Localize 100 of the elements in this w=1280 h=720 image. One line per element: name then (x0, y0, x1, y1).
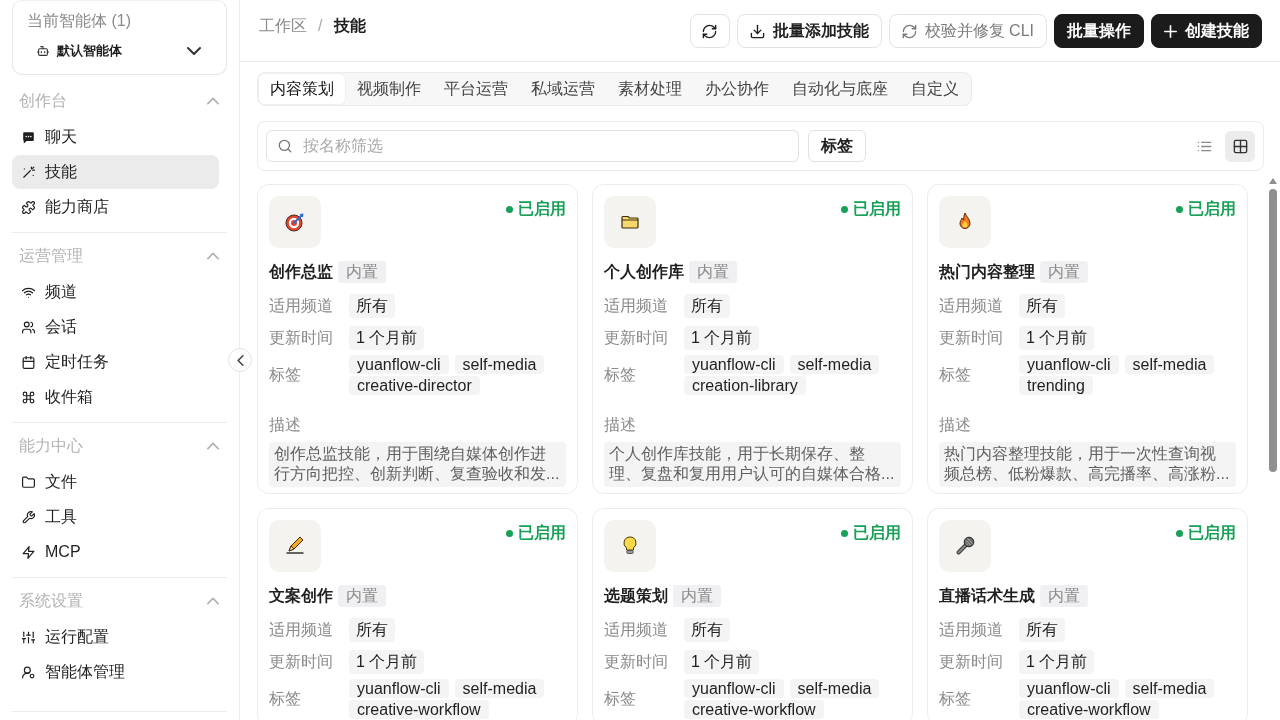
wrench-icon (22, 510, 35, 524)
nav-item[interactable]: 频道 (12, 275, 219, 309)
field-label: 更新时间 (269, 328, 334, 348)
description-text: 创作总监技能，用于围绕自媒体创作进行方向把控、创新判断、复查验收和发... (269, 442, 566, 487)
lightning-icon (22, 545, 35, 559)
agent-label: 当前智能体 (1) (27, 11, 132, 31)
create-skill-button[interactable]: 创建技能 (1151, 14, 1262, 48)
tag-filter-button[interactable]: 标签 (808, 130, 866, 162)
nav-item[interactable]: 会话 (12, 310, 219, 344)
field-label: 描述 (269, 415, 302, 435)
nav-item[interactable]: 收件箱 (12, 380, 219, 414)
field-label: 更新时间 (939, 328, 1004, 348)
skill-name: 文案创作 (269, 585, 333, 606)
tag-chip: trending (1019, 376, 1093, 395)
agent-select[interactable]: 默认智能体 (27, 38, 212, 64)
tag-chip: creative-workflow (684, 700, 824, 719)
tag-chip: yuanflow-cli (1019, 355, 1119, 374)
builtin-badge: 内置 (338, 585, 386, 607)
tag-chip: creative-director (349, 376, 480, 395)
chat-bubble-icon (22, 130, 35, 144)
channel-value: 所有 (1019, 294, 1065, 318)
builtin-badge: 内置 (689, 261, 737, 283)
folder-icon (604, 196, 656, 248)
nav-item[interactable]: 技能 (12, 155, 219, 189)
field-label: 更新时间 (604, 652, 669, 672)
skill-name: 个人创作库 (604, 261, 684, 282)
folder-icon (22, 475, 35, 489)
microphone-icon (939, 520, 991, 572)
batch-add-button[interactable]: 批量添加技能 (736, 14, 882, 48)
refresh-button[interactable] (689, 14, 730, 48)
nav-item[interactable]: 工具 (12, 500, 219, 534)
nav-item[interactable]: 聊天 (12, 120, 219, 154)
category-tab[interactable]: 办公协作 (694, 74, 780, 104)
chevron-up-icon (207, 95, 219, 107)
nav-item[interactable]: 定时任务 (12, 345, 219, 379)
skill-card[interactable]: 已启用 个人创作库 内置 适用频道 所有 更新时间 1 个月前 标签 yuanflow-cli self-media creation-library 描述 个人创作库技能，用于长期保存、整理、复盘和复用用户认可的自媒体合格... (592, 184, 913, 494)
skill-card[interactable]: 已启用 热门内容整理 内置 适用频道 所有 更新时间 1 个月前 标签 yuanflow-cli self-media trending 描述 热门内容整理技能，用于一次性查询视频总榜、低粉爆款、高完播率、高涨粉... (927, 184, 1248, 494)
updated-value: 1 个月前 (684, 650, 760, 674)
updated-value: 1 个月前 (684, 326, 760, 350)
nav-item[interactable]: 运行配置 (12, 620, 219, 654)
skill-name: 创作总监 (269, 261, 333, 282)
status-text: 已启用 (518, 523, 566, 543)
field-label: 适用频道 (604, 296, 669, 316)
description-text: 个人创作库技能，用于长期保存、整理、复盘和复用用户认可的自媒体合格... (604, 442, 901, 487)
field-label: 适用频道 (604, 620, 669, 640)
builtin-badge: 内置 (1040, 261, 1088, 283)
category-tab[interactable]: 平台运营 (433, 74, 519, 104)
updated-value: 1 个月前 (1019, 326, 1095, 350)
collapse-sidebar-button[interactable] (228, 348, 252, 372)
skill-card[interactable]: 已启用 创作总监 内置 适用频道 所有 更新时间 1 个月前 标签 yuanflow-cli self-media creative-director 描述 创作总监技能，用于围绕自媒体创作进行方向把控、创新判断、复查验收和发... (257, 184, 578, 494)
batch-actions-button[interactable]: 批量操作 (1054, 14, 1144, 48)
skill-name: 热门内容整理 (939, 261, 1035, 282)
builtin-badge: 内置 (338, 261, 386, 283)
user-icon (22, 665, 35, 679)
nav-item[interactable]: 能力商店 (12, 190, 219, 224)
tag-chip: yuanflow-cli (1019, 679, 1119, 698)
chevron-up-icon (207, 595, 219, 607)
skill-card[interactable]: 已启用 文案创作 内置 适用频道 所有 更新时间 1 个月前 标签 yuanflow-cli self-media creative-workflow (257, 508, 578, 720)
field-label: 适用频道 (939, 296, 1004, 316)
users-icon (22, 320, 35, 334)
search-field[interactable]: 按名称筛选 (266, 130, 799, 162)
skill-name: 直播话术生成 (939, 585, 1035, 606)
nav-item[interactable]: 文件 (12, 465, 219, 499)
robot-icon (37, 45, 49, 57)
category-tab[interactable]: 素材处理 (607, 74, 693, 104)
status-text: 已启用 (1188, 523, 1236, 543)
tag-chip: yuanflow-cli (349, 679, 449, 698)
nav-item[interactable]: 智能体管理 (12, 655, 219, 689)
field-label: 更新时间 (604, 328, 669, 348)
grid-view-button[interactable] (1225, 130, 1255, 162)
category-tab[interactable]: 自定义 (900, 74, 970, 104)
tag-chip: creative-workflow (349, 700, 489, 719)
breadcrumb-link[interactable]: 工作区 (259, 14, 307, 38)
field-label: 标签 (939, 689, 972, 709)
description-text: 热门内容整理技能，用于一次性查询视频总榜、低粉爆款、高完播率、高涨粉... (939, 442, 1236, 487)
skill-card[interactable]: 已启用 选题策划 内置 适用频道 所有 更新时间 1 个月前 标签 yuanflow-cli self-media creative-workflow (592, 508, 913, 720)
field-label: 标签 (269, 689, 302, 709)
calendar-icon (22, 355, 35, 369)
category-tab[interactable]: 自动化与底座 (781, 74, 899, 104)
channel-value: 所有 (1019, 618, 1065, 642)
channel-value: 所有 (349, 294, 395, 318)
updated-value: 1 个月前 (1019, 650, 1095, 674)
scroll-up-icon[interactable] (1269, 178, 1277, 184)
tag-chip: yuanflow-cli (349, 355, 449, 374)
category-tab[interactable]: 内容策划 (259, 74, 345, 104)
updated-value: 1 个月前 (349, 650, 425, 674)
command-key-icon (22, 390, 35, 404)
category-tab[interactable]: 视频制作 (346, 74, 432, 104)
lightbulb-icon (604, 520, 656, 572)
field-label: 描述 (604, 415, 637, 435)
field-label: 适用频道 (939, 620, 1004, 640)
field-label: 描述 (939, 415, 972, 435)
tag-chip: self-media (1124, 679, 1215, 698)
channel-value: 所有 (684, 294, 730, 318)
skill-card[interactable]: 已启用 直播话术生成 内置 适用频道 所有 更新时间 1 个月前 标签 yuanflow-cli self-media creative-workflow (927, 508, 1248, 720)
wifi-icon (22, 285, 35, 299)
puzzle-piece-icon (22, 200, 35, 214)
scrollbar-thumb[interactable] (1269, 189, 1277, 472)
nav-item[interactable]: MCP (12, 535, 219, 569)
category-tab[interactable]: 私域运营 (520, 74, 606, 104)
